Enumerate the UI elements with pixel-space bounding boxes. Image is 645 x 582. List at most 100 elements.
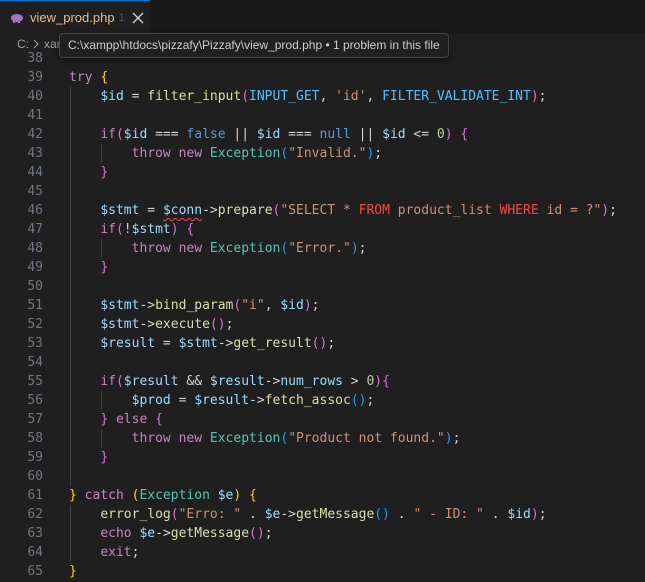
- code-line[interactable]: 58 throw new Exception("Product not foun…: [0, 429, 645, 448]
- code-token: if: [100, 374, 116, 389]
- code-line[interactable]: 40 $id = filter_input(INPUT_GET, 'id', F…: [0, 87, 645, 106]
- line-number: 49: [27, 260, 43, 275]
- code-token: {: [249, 488, 257, 503]
- code-token: exit: [100, 545, 132, 560]
- code-line[interactable]: 44 }: [0, 163, 645, 182]
- line-number: 48: [27, 241, 43, 256]
- code-token: $id: [382, 127, 406, 142]
- code-token: $e: [217, 488, 234, 503]
- code-token: ->: [202, 203, 218, 218]
- indent-guide: [70, 87, 71, 486]
- code-editor[interactable]: 38 39 try {40 $id = filter_input(INPUT_GET…: [0, 49, 645, 582]
- code-token: INPUT_GET: [249, 89, 320, 104]
- line-number: 57: [27, 412, 43, 427]
- tab-view-prod[interactable]: view_prod.php 1: [0, 0, 150, 34]
- code-token: new: [178, 146, 203, 161]
- code-token: (: [115, 374, 124, 389]
- code-token: throw: [131, 146, 171, 161]
- code-token: ->: [155, 526, 171, 541]
- code-line[interactable]: 56 $prod = $result->fetch_assoc();: [0, 391, 645, 410]
- code-line[interactable]: 46 $stmt = $conn->prepare("SELECT * FROM…: [0, 201, 645, 220]
- code-text: $stmt = $conn->prepare("SELECT * FROM pr…: [69, 201, 617, 220]
- code-token: FILTER_VALIDATE_INT: [382, 89, 531, 104]
- code-line[interactable]: 59 }: [0, 448, 645, 467]
- code-line[interactable]: 60: [0, 467, 645, 486]
- code-text: }: [69, 562, 77, 581]
- code-token: ->: [249, 393, 265, 408]
- indent-guide: [101, 144, 103, 163]
- code-line[interactable]: 64 exit;: [0, 543, 645, 562]
- line-number: 50: [27, 279, 43, 294]
- code-token: >: [342, 374, 367, 389]
- code-line[interactable]: 65}: [0, 562, 645, 581]
- code-line[interactable]: 55 if($result && $result->num_rows > 0){: [0, 372, 645, 391]
- code-token: {: [382, 374, 390, 389]
- code-token: ): [374, 374, 383, 389]
- code-token: try: [69, 70, 93, 85]
- code-token: prepare: [217, 203, 273, 218]
- code-line[interactable]: 57 } else {: [0, 410, 645, 429]
- code-token: ->: [264, 374, 281, 389]
- code-token: $id: [123, 127, 148, 142]
- code-text: throw new Exception("Product not found."…: [69, 429, 461, 448]
- code-token: ,: [264, 298, 281, 313]
- line-number: 61: [27, 488, 43, 503]
- code-token: ;: [538, 507, 547, 522]
- code-line[interactable]: 42 if($id === false || $id === null || $…: [0, 125, 645, 144]
- code-token: (: [280, 241, 289, 256]
- code-token: (: [170, 507, 179, 522]
- code-token: execute: [155, 317, 210, 332]
- line-number: 38: [27, 51, 43, 66]
- code-line[interactable]: 62 error_log("Erro: " . $e->getMessage()…: [0, 505, 645, 524]
- code-token: catch: [84, 488, 124, 503]
- code-line[interactable]: 63 echo $e->getMessage();: [0, 524, 645, 543]
- code-token: product_list: [389, 203, 500, 218]
- code-line[interactable]: 53 $result = $stmt->get_result();: [0, 334, 645, 353]
- code-token: ): [303, 298, 312, 313]
- code-text: $stmt->bind_param("i", $id);: [69, 296, 320, 315]
- code-line[interactable]: 51 $stmt->bind_param("i", $id);: [0, 296, 645, 315]
- code-line[interactable]: 49 }: [0, 258, 645, 277]
- code-line[interactable]: 54: [0, 353, 645, 372]
- line-number: 42: [27, 127, 43, 142]
- code-token: ;: [311, 298, 320, 313]
- code-token: $result: [100, 336, 156, 351]
- code-line[interactable]: 41: [0, 106, 645, 125]
- code-token: echo: [100, 526, 132, 541]
- code-token: (: [115, 127, 124, 142]
- code-line[interactable]: 47 if(!$stmt) {: [0, 220, 645, 239]
- code-token: $stmt: [131, 222, 171, 237]
- code-line[interactable]: 48 throw new Exception("Error.");: [0, 239, 645, 258]
- code-line[interactable]: 39 try {: [0, 68, 645, 87]
- code-text: }: [69, 448, 108, 467]
- code-line[interactable]: 61} catch (Exception $e) {: [0, 486, 645, 505]
- line-number: 56: [27, 393, 43, 408]
- code-token: ,: [319, 89, 336, 104]
- code-token: ;: [538, 89, 547, 104]
- code-token: (: [115, 222, 124, 237]
- close-icon[interactable]: [129, 9, 147, 27]
- code-token: }: [100, 412, 109, 427]
- code-line[interactable]: 50: [0, 277, 645, 296]
- code-text: error_log("Erro: " . $e->getMessage() . …: [69, 505, 547, 524]
- code-line[interactable]: 45: [0, 182, 645, 201]
- line-number: 54: [27, 355, 43, 370]
- code-line[interactable]: 43 throw new Exception("Invalid.");: [0, 144, 645, 163]
- code-line[interactable]: 52 $stmt->execute();: [0, 315, 645, 334]
- line-number: 64: [27, 545, 43, 560]
- code-token: (: [280, 146, 289, 161]
- code-text: exit;: [69, 543, 139, 562]
- code-token: "Erro: ": [178, 507, 242, 522]
- code-token: id = ?": [538, 203, 602, 218]
- code-token: (: [350, 393, 359, 408]
- code-token: throw: [131, 431, 171, 446]
